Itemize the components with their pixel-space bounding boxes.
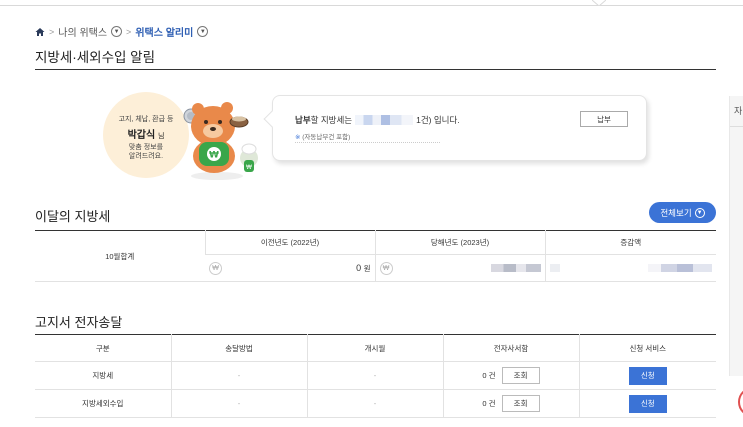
curr-year-amount-cell: ₩ — [374, 254, 545, 282]
row-apply: 신청 — [578, 389, 716, 418]
mascot-area: 고지, 체납, 환급 등 박갑식 님 맞춤 정보를 알려드려요. ₩ ₩ — [95, 90, 270, 182]
pay-button[interactable]: 납부 — [580, 111, 628, 127]
view-button[interactable]: 조회 — [501, 395, 540, 412]
tax-notice-box: 납부 할 지방세는 1건) 입니다. ※ (자동납부건 포함) 납부 — [263, 95, 647, 161]
row-start-month: - — [306, 389, 443, 418]
view-all-button[interactable]: 전체보기 ▼ — [649, 202, 716, 223]
header-curr-year: 당해년도 (2023년) — [374, 230, 545, 255]
row-type: 지방세외수입 — [35, 389, 171, 418]
monthly-tax-title: 이달의 지방세 — [35, 209, 111, 224]
breadcrumb: > 나의 위택스 ▼ > 위택스 알리미 ▼ — [35, 24, 209, 39]
mascot-character-icon: ₩ ₩ — [183, 102, 258, 180]
home-icon[interactable] — [35, 27, 45, 37]
monthly-tax-table: 10월합계 이전년도 (2022년) 당해년도 (2023년) 증감액 ₩0 원… — [35, 230, 716, 282]
row-type: 지방세 — [35, 361, 171, 390]
side-panel-label: 자 — [734, 106, 743, 116]
chevron-down-icon: ▼ — [694, 207, 705, 218]
prev-year-amount-cell: ₩0 원 — [205, 254, 375, 282]
chevron-down-icon[interactable]: ▼ — [197, 26, 209, 37]
notice-subtext: ※ (자동납부건 포함) — [295, 134, 351, 141]
svg-text:₩: ₩ — [246, 164, 252, 171]
row-method: - — [170, 389, 307, 418]
svg-text:₩: ₩ — [209, 151, 219, 161]
header-apply-service: 신청 서비스 — [578, 334, 716, 362]
chevron-right-icon: > — [126, 26, 132, 37]
apply-button[interactable]: 신청 — [628, 394, 667, 413]
floating-button[interactable] — [738, 387, 743, 417]
masked-value — [648, 264, 712, 272]
change-amount-cell — [544, 254, 716, 282]
header-method: 송달방법 — [170, 334, 307, 362]
chevron-right-icon: > — [49, 26, 55, 37]
header-type: 구분 — [35, 334, 171, 362]
header-change: 증감액 — [544, 230, 716, 255]
header-e-mailbox: 전자사서함 — [442, 334, 579, 362]
side-panel[interactable]: 자 — [729, 96, 743, 376]
page-title: 지방세·세외수입 알림 — [35, 50, 156, 65]
row-start-month: - — [306, 361, 443, 390]
apply-button[interactable]: 신청 — [628, 366, 667, 385]
won-icon: ₩ — [379, 261, 393, 275]
row-method: - — [170, 361, 307, 390]
chevron-down-icon[interactable]: ▼ — [111, 26, 123, 37]
breadcrumb-my-wetax[interactable]: 나의 위택스 — [58, 24, 107, 39]
won-icon: ₩ — [209, 261, 222, 275]
masked-value — [355, 115, 414, 125]
side-panel-divider — [730, 126, 743, 127]
row-apply: 신청 — [578, 361, 716, 390]
tab-notch-icon — [592, 0, 606, 6]
table-row: 지방세외수입 - - 0 건 조회 신청 — [35, 389, 716, 418]
header-start-month: 개시월 — [306, 334, 443, 362]
prev-year-amount: 0 — [356, 262, 362, 273]
notice-text: 납부 할 지방세는 1건) 입니다. — [295, 115, 460, 125]
breadcrumb-current[interactable]: 위택스 알리미 — [135, 24, 193, 39]
e-delivery-table: 구분 송달방법 개시월 전자사서함 신청 서비스 지방세 - - 0 건 조회 신… — [35, 334, 716, 418]
header-prev-year: 이전년도 (2022년) — [204, 230, 375, 255]
view-button[interactable]: 조회 — [501, 367, 540, 384]
row-mailbox: 0 건 조회 — [442, 389, 579, 418]
notice-divider — [295, 142, 440, 143]
title-divider — [35, 69, 716, 70]
row-mailbox: 0 건 조회 — [442, 361, 579, 390]
month-total-label: 10월합계 — [35, 230, 205, 282]
masked-value — [549, 264, 560, 272]
top-divider — [0, 0, 743, 6]
e-delivery-title: 고지서 전자송달 — [35, 315, 123, 330]
table-row: 지방세 - - 0 건 조회 신청 — [35, 361, 716, 390]
masked-value — [490, 264, 541, 272]
